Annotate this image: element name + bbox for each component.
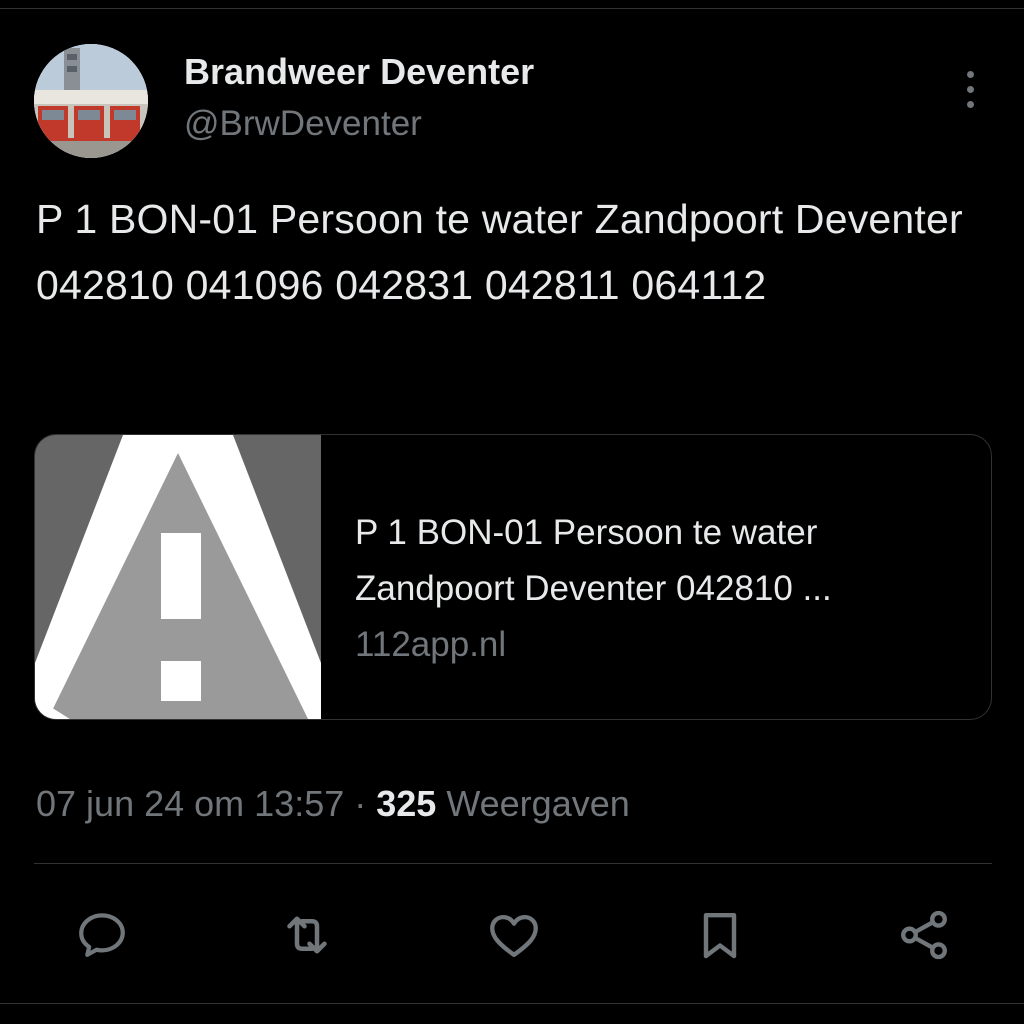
- views-count: 325: [376, 783, 437, 824]
- warning-triangle-icon: [35, 435, 321, 719]
- more-dot: [966, 70, 974, 78]
- tweet-text: P 1 BON-01 Persoon te water Zandpoort De…: [36, 196, 963, 308]
- more-options-button[interactable]: [950, 64, 990, 114]
- share-button[interactable]: [894, 905, 954, 965]
- link-preview-card[interactable]: P 1 BON-01 Persoon te water Zandpoort De…: [34, 434, 992, 720]
- top-divider: [0, 8, 1024, 9]
- card-title: P 1 BON-01 Persoon te water Zandpoort De…: [355, 513, 832, 608]
- meta-divider: [34, 863, 992, 864]
- tweet-detail-view: Brandweer Deventer @BrwDeventer P 1 BON-…: [0, 0, 1024, 1024]
- tweet-meta: 07 jun 24 om 13:57 · 325 Weergaven: [36, 780, 630, 828]
- card-body: P 1 BON-01 Persoon te water Zandpoort De…: [321, 435, 991, 719]
- share-icon: [901, 910, 947, 960]
- card-thumbnail: [35, 435, 321, 719]
- like-button[interactable]: [484, 905, 544, 965]
- retweet-button[interactable]: [277, 905, 337, 965]
- author-handle[interactable]: @BrwDeventer: [184, 102, 422, 146]
- views-label: Weergaven: [436, 783, 630, 824]
- bookmark-button[interactable]: [690, 905, 750, 965]
- fire-station-photo-icon: [34, 44, 148, 158]
- reply-icon: [79, 913, 125, 957]
- retweet-icon: [287, 916, 327, 954]
- tweet-timestamp[interactable]: 07 jun 24 om 13:57: [36, 783, 344, 824]
- meta-separator: ·: [344, 783, 377, 824]
- avatar[interactable]: [34, 44, 148, 158]
- card-domain: 112app.nl: [355, 625, 507, 664]
- reply-button[interactable]: [72, 905, 132, 965]
- heart-icon: [490, 914, 538, 957]
- bookmark-icon: [703, 912, 737, 959]
- author-display-name[interactable]: Brandweer Deventer: [184, 50, 534, 94]
- more-dot: [966, 100, 974, 108]
- more-dot: [966, 85, 974, 93]
- bottom-divider: [0, 1003, 1024, 1004]
